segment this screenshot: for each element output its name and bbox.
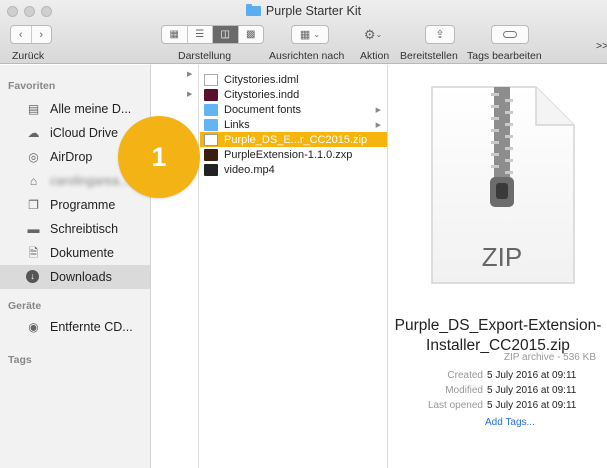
window-title-text: Purple Starter Kit bbox=[265, 4, 362, 18]
tag-icon bbox=[503, 31, 517, 38]
list-item[interactable]: Citystories.idml bbox=[200, 72, 387, 87]
toolbar: Purple Starter Kit ‹ › Zurück ▦ ☰ ◫ ▩ Da… bbox=[0, 0, 607, 64]
share-label: Bereitstellen bbox=[400, 50, 458, 62]
sidebar-item-desktop[interactable]: ▬ Schreibtisch bbox=[0, 217, 150, 241]
coverflow-view-button[interactable]: ▩ bbox=[239, 26, 264, 43]
chevron-right-icon: ▶ bbox=[375, 106, 381, 114]
modified-label: Modified bbox=[445, 385, 483, 396]
arrange-label: Ausrichten nach bbox=[269, 50, 345, 62]
sidebar-item-label: carolingarea... bbox=[50, 174, 130, 188]
created-row: Created 5 July 2016 at 09:11 bbox=[389, 369, 576, 382]
sidebar-item-remote-disc[interactable]: ◉ Entfernte CD... bbox=[0, 315, 150, 339]
chevron-right-icon: ▶ bbox=[375, 121, 381, 129]
sidebar-item-label: Programme bbox=[50, 198, 116, 212]
forward-button[interactable]: › bbox=[31, 29, 51, 41]
last-opened-label: Last opened bbox=[427, 400, 483, 411]
sidebar-item-downloads[interactable]: ↓ Downloads bbox=[0, 265, 150, 289]
more-toolbar-button[interactable]: >> bbox=[596, 40, 607, 52]
created-label: Created bbox=[447, 370, 483, 381]
list-item[interactable]: Document fonts ▶ bbox=[200, 102, 387, 117]
sidebar-item-applications[interactable]: ❐ Programme bbox=[0, 193, 150, 217]
sidebar-item-all-files[interactable]: ▤ Alle meine D... bbox=[0, 97, 150, 121]
file-name: Document fonts bbox=[224, 103, 302, 116]
file-name: Citystories.indd bbox=[224, 88, 300, 101]
gear-icon: ⚙ bbox=[363, 26, 376, 42]
share-button[interactable]: ⇪ bbox=[425, 25, 455, 44]
nav-buttons: ‹ › bbox=[10, 25, 52, 44]
zxp-icon bbox=[204, 148, 218, 161]
video-icon bbox=[204, 163, 218, 176]
list-item-selected[interactable]: Purple_DS_E...r_CC2015.zip bbox=[200, 132, 387, 147]
chevron-down-icon: ⌄ bbox=[313, 30, 321, 39]
cloud-icon: ☁ bbox=[27, 126, 40, 140]
file-name: Links bbox=[224, 118, 250, 131]
chevron-right-icon: ▶ bbox=[187, 71, 193, 78]
back-label: Zurück bbox=[12, 50, 45, 62]
sidebar-item-documents[interactable]: 🗎 Dokumente bbox=[0, 241, 150, 265]
airdrop-icon: ◎ bbox=[28, 150, 39, 164]
action-button[interactable]: ⚙ ⌄ bbox=[358, 25, 388, 44]
zip-icon bbox=[204, 133, 218, 146]
folder-icon bbox=[204, 118, 218, 131]
indesign-icon bbox=[204, 88, 218, 101]
share-icon: ⇪ bbox=[435, 29, 445, 41]
finder-window: Purple Starter Kit ‹ › Zurück ▦ ☰ ◫ ▩ Da… bbox=[0, 0, 607, 468]
preview-filename: Purple_DS_Export-Extension- Installer_CC… bbox=[389, 316, 607, 356]
edit-tags-button[interactable] bbox=[491, 25, 529, 44]
file-name: video.mp4 bbox=[224, 163, 275, 176]
devices-heading: Geräte bbox=[8, 300, 42, 312]
action-label: Aktion bbox=[360, 50, 390, 62]
column-view-button[interactable]: ◫ bbox=[213, 26, 239, 43]
all-files-icon: ▤ bbox=[27, 102, 40, 116]
zip-icon-label: ZIP bbox=[481, 242, 523, 272]
list-item[interactable]: Links ▶ bbox=[200, 117, 387, 132]
list-item[interactable]: Citystories.indd bbox=[200, 87, 387, 102]
file-name: Citystories.idml bbox=[224, 73, 299, 86]
tags-heading: Tags bbox=[8, 354, 32, 366]
sidebar-item-label: Dokumente bbox=[50, 246, 114, 260]
file-column: Citystories.idml Citystories.indd Docume… bbox=[200, 65, 388, 468]
add-tags-link[interactable]: Add Tags... bbox=[485, 417, 535, 428]
icon-view-button[interactable]: ▦ bbox=[162, 26, 188, 43]
tags-label: Tags bearbeiten bbox=[467, 50, 542, 62]
back-button[interactable]: ‹ bbox=[11, 29, 31, 41]
arrange-button[interactable]: ▦ ⌄ bbox=[291, 25, 329, 44]
view-label: Darstellung bbox=[178, 50, 232, 62]
sidebar-item-label: Entfernte CD... bbox=[50, 320, 133, 334]
document-icon bbox=[204, 73, 218, 86]
applications-icon: ❐ bbox=[28, 198, 39, 212]
view-mode-control: ▦ ☰ ◫ ▩ bbox=[161, 25, 264, 44]
modified-value: 5 July 2016 at 09:11 bbox=[487, 385, 577, 396]
home-icon: ⌂ bbox=[29, 174, 38, 188]
grid-icon: ▦ bbox=[299, 29, 311, 41]
sidebar: Favoriten ▤ Alle meine D... ☁ iCloud Dri… bbox=[0, 65, 151, 468]
last-opened-row: Last opened 5 July 2016 at 09:11 bbox=[389, 399, 576, 412]
folder-icon bbox=[245, 4, 261, 16]
file-name: Purple_DS_E...r_CC2015.zip bbox=[224, 133, 368, 146]
downloads-icon: ↓ bbox=[26, 270, 39, 283]
list-view-button[interactable]: ☰ bbox=[188, 26, 213, 43]
favorites-heading: Favoriten bbox=[8, 80, 56, 92]
file-name: PurpleExtension-1.1.0.zxp bbox=[224, 148, 353, 161]
last-opened-value: 5 July 2016 at 09:11 bbox=[487, 400, 577, 411]
chevron-right-icon: ▶ bbox=[187, 91, 193, 98]
preview-kind: ZIP archive - 536 KB bbox=[503, 352, 596, 363]
documents-icon: 🗎 bbox=[28, 246, 39, 260]
sidebar-item-label: Alle meine D... bbox=[50, 102, 132, 116]
sidebar-item-label: iCloud Drive bbox=[50, 126, 119, 140]
sidebar-item-label: Schreibtisch bbox=[50, 222, 119, 236]
list-item[interactable]: PurpleExtension-1.1.0.zxp bbox=[200, 147, 387, 162]
sidebar-item-label: AirDrop bbox=[50, 150, 93, 164]
sidebar-item-label: Downloads bbox=[50, 270, 112, 284]
preview-filename-line1: Purple_DS_Export-Extension- bbox=[394, 317, 602, 334]
list-item[interactable]: video.mp4 bbox=[200, 162, 387, 177]
disc-icon: ◉ bbox=[28, 320, 39, 334]
chevron-down-icon: ⌄ bbox=[375, 30, 383, 39]
modified-row: Modified 5 July 2016 at 09:11 bbox=[389, 384, 576, 397]
desktop-icon: ▬ bbox=[27, 222, 40, 236]
created-value: 5 July 2016 at 09:11 bbox=[487, 370, 577, 381]
window-title: Purple Starter Kit bbox=[0, 4, 607, 18]
step-callout-badge: 1 bbox=[118, 116, 200, 198]
folder-icon bbox=[204, 103, 218, 116]
